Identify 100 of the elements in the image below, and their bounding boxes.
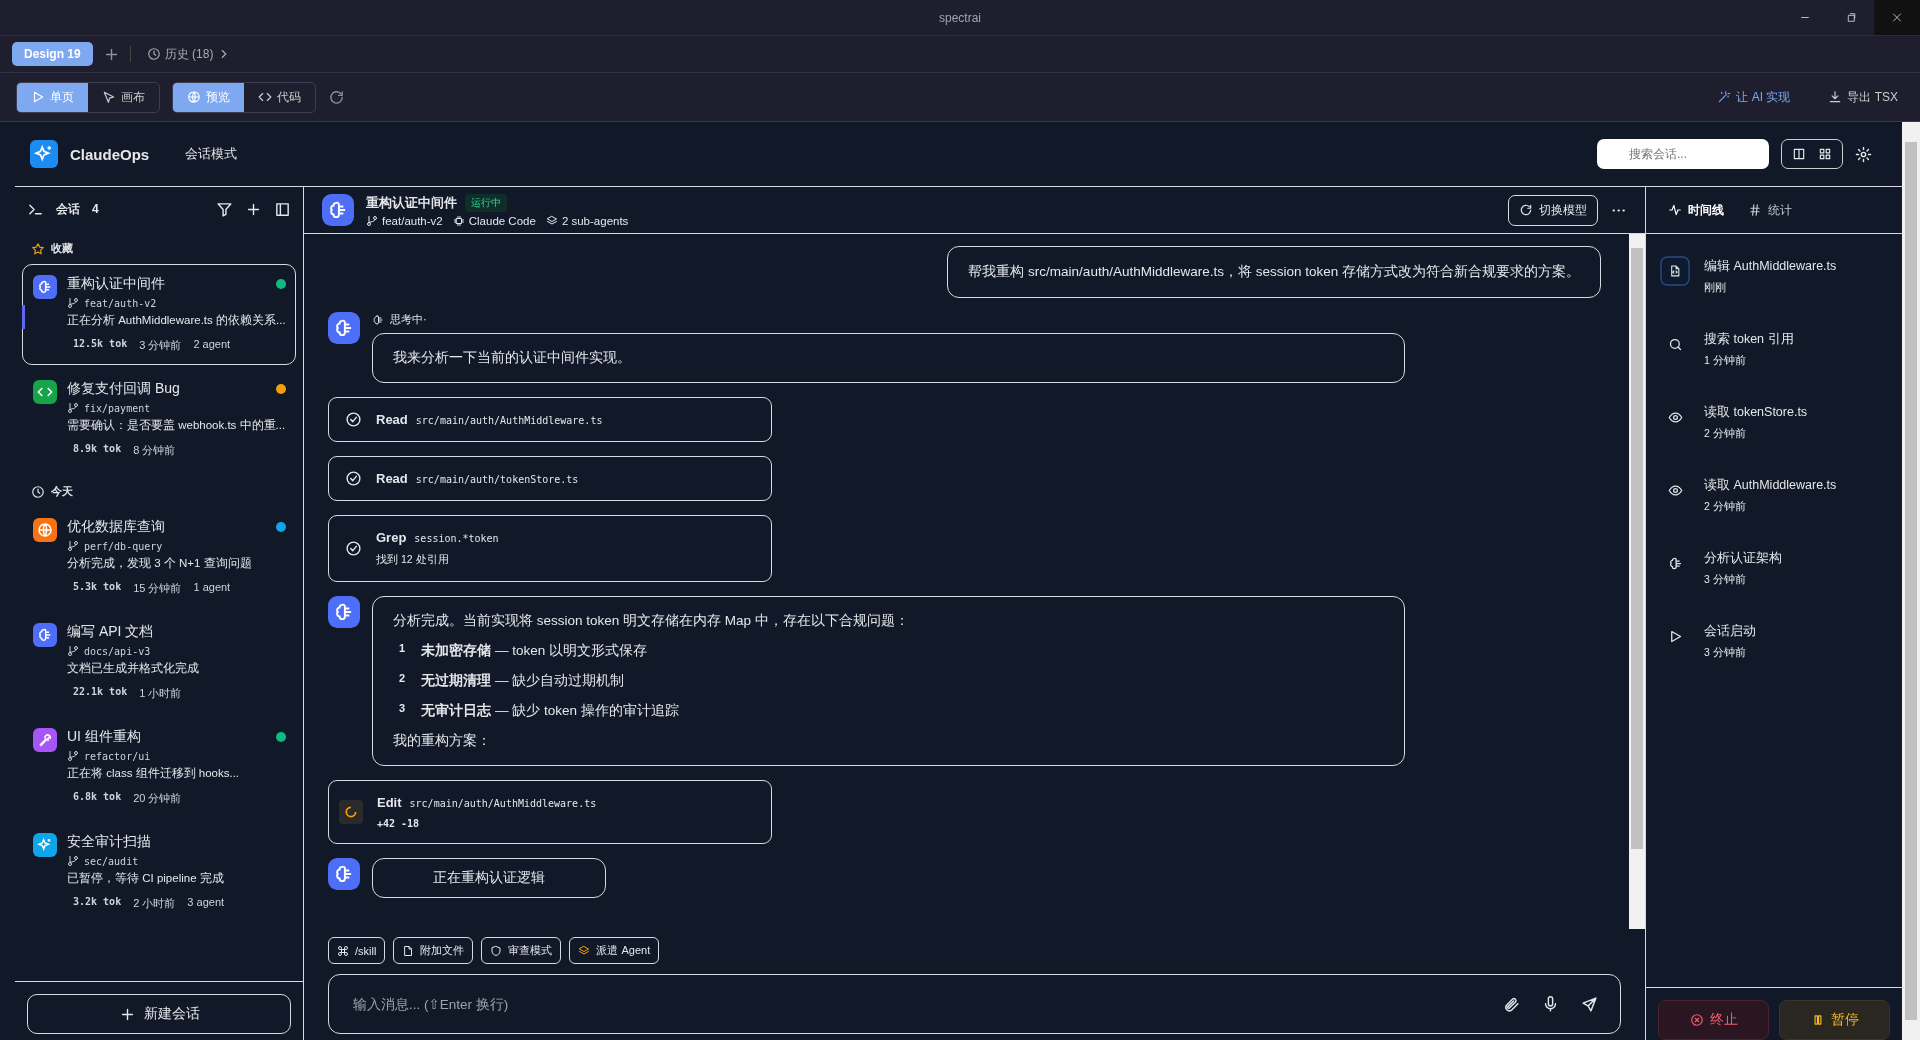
session-item[interactable]: 修复支付回调 Bug fix/payment 需要确认：是否要盖 webhook.ts 中的重... 8.9k tok 8 分钟前 bbox=[22, 369, 296, 470]
session-control-button[interactable]: 暂停 bbox=[1779, 1000, 1890, 1040]
branch-icon bbox=[67, 297, 79, 309]
session-item[interactable]: 编写 API 文档 docs/api-v3 文档已生成并格式化完成 22.1k tok 1 小时前 bbox=[22, 612, 296, 713]
shield-icon bbox=[490, 944, 503, 957]
timeline-event: 分析认证架构 bbox=[1704, 550, 1782, 567]
session-time: 15 分钟前 bbox=[133, 581, 182, 596]
timeline-time: 刚刚 bbox=[1704, 281, 1727, 295]
branch-name: fix/payment bbox=[84, 402, 151, 414]
window-title: spectrai bbox=[939, 10, 981, 25]
filter-icon[interactable] bbox=[216, 200, 233, 218]
quick-action-button[interactable]: 附加文件 bbox=[393, 937, 474, 964]
list-number: 1 bbox=[399, 642, 406, 656]
scrollbar[interactable] bbox=[1902, 122, 1920, 1040]
refresh-icon bbox=[1519, 203, 1533, 217]
sparkle-icon bbox=[33, 833, 57, 857]
history-button[interactable]: 历史 (18) bbox=[140, 44, 238, 64]
branch-name: sec/audit bbox=[84, 855, 139, 867]
agent-count: 2 agent bbox=[193, 338, 231, 352]
session-title: 重构认证中间件 bbox=[67, 275, 165, 293]
quick-action-button[interactable]: /skill bbox=[328, 937, 386, 964]
columns-icon[interactable] bbox=[1792, 147, 1806, 161]
branch-name: docs/api-v3 bbox=[84, 645, 151, 657]
session-time: 2 小时前 bbox=[133, 896, 176, 911]
timeline-time: 3 分钟前 bbox=[1704, 573, 1747, 587]
session-control-button[interactable]: 终止 bbox=[1658, 1000, 1769, 1040]
timeline-time: 1 分钟前 bbox=[1704, 354, 1747, 368]
new-session-button[interactable]: 新建会话 bbox=[27, 994, 291, 1034]
toolbar-action-button[interactable]: 让 AI 实现 bbox=[1711, 87, 1797, 107]
clock-icon bbox=[146, 47, 161, 61]
session-title: 优化数据库查询 bbox=[67, 518, 165, 536]
panel-tab[interactable]: 时间线 bbox=[1666, 197, 1726, 223]
branch-icon bbox=[67, 855, 79, 867]
list-number: 3 bbox=[399, 702, 406, 716]
session-item[interactable]: 优化数据库查询 perf/db-query 分析完成，发现 3 个 N+1 查询问题 5.3k tok 15 分钟前 1 agent bbox=[22, 507, 296, 608]
session-item[interactable]: 重构认证中间件 feat/auth-v2 正在分析 AuthMiddleware.ts 的依赖关系... 12.5k tok 3 分钟前 2 agent bbox=[22, 264, 296, 365]
assistant-message: 我来分析一下当前的认证中间件实现。 bbox=[372, 333, 1405, 383]
session-time: 8 分钟前 bbox=[133, 443, 176, 458]
user-message: 帮我重构 src/main/auth/AuthMiddleware.ts，将 session token 存储方式改为符合新合规要求的方案。 bbox=[947, 246, 1601, 298]
branch-name: perf/db-query bbox=[84, 540, 163, 552]
brain-icon bbox=[328, 312, 360, 344]
tool-name: Read bbox=[376, 412, 408, 427]
grid-icon[interactable] bbox=[1818, 147, 1832, 161]
session-preview: 已暂停，等待 CI pipeline 完成 bbox=[67, 871, 225, 886]
session-item[interactable]: 安全审计扫描 sec/audit 已暂停，等待 CI pipeline 完成 3.2k tok 2 小时前 3 agent bbox=[22, 822, 296, 923]
token-count: 22.1k tok bbox=[73, 686, 128, 699]
session-preview: 需要确认：是否要盖 webhook.ts 中的重... bbox=[67, 418, 286, 433]
tool-argument: session.*token bbox=[414, 533, 499, 544]
group-label: 今天 bbox=[51, 484, 73, 499]
pointer-icon bbox=[102, 90, 116, 104]
clock-icon bbox=[31, 484, 45, 499]
list-item-text: 无审计日志 — 缺少 token 操作的审计追踪 bbox=[421, 702, 679, 720]
token-count: 5.3k tok bbox=[73, 581, 122, 594]
timeline-event: 搜索 token 引用 bbox=[1704, 331, 1794, 348]
scrollbar[interactable] bbox=[1629, 234, 1645, 929]
branch-name: refactor/ui bbox=[84, 750, 151, 762]
session-preview: 分析完成，发现 3 个 N+1 查询问题 bbox=[67, 556, 253, 571]
microphone-icon[interactable] bbox=[1542, 995, 1559, 1013]
settings-icon[interactable] bbox=[1855, 145, 1872, 163]
tool-argument: src/main/auth/AuthMiddleware.ts bbox=[415, 415, 603, 426]
branch-icon bbox=[67, 750, 79, 762]
timeline-event: 会话启动 bbox=[1704, 623, 1756, 640]
search-field[interactable]: 搜索会话... bbox=[1597, 139, 1769, 169]
message-input[interactable]: 输入消息... (⇧Enter 换行) bbox=[351, 988, 1481, 1020]
mode-link[interactable]: 会话模式 bbox=[185, 145, 238, 163]
play-icon bbox=[31, 90, 45, 104]
list-item-text: 无过期清理 — 缺少自动过期机制 bbox=[421, 672, 625, 690]
file-icon bbox=[402, 944, 415, 957]
tool-name: Read bbox=[376, 471, 408, 486]
timeline-time: 3 分钟前 bbox=[1704, 646, 1747, 660]
toolbar-action-button[interactable]: 导出 TSX bbox=[1822, 87, 1904, 107]
token-count: 12.5k tok bbox=[73, 338, 128, 351]
session-item[interactable]: UI 组件重构 refactor/ui 正在将 class 组件迁移到 hooks... 6.8k tok 20 分钟前 bbox=[22, 717, 296, 818]
session-title: 编写 API 文档 bbox=[67, 623, 154, 641]
thinking-label: 思考中· bbox=[390, 312, 427, 327]
panel-tab[interactable]: 统计 bbox=[1746, 197, 1794, 223]
refresh-icon[interactable] bbox=[328, 88, 345, 106]
view-mode-button[interactable]: 画布 bbox=[88, 82, 159, 112]
composer-field[interactable]: 输入消息... (⇧Enter 换行) bbox=[328, 974, 1621, 1034]
group-label: 收藏 bbox=[51, 241, 73, 256]
agent-count: 1 agent bbox=[193, 581, 231, 595]
quick-action-button[interactable]: 审查模式 bbox=[481, 937, 562, 964]
pulse-icon bbox=[1668, 203, 1682, 217]
timeline-event: 读取 tokenStore.ts bbox=[1704, 404, 1808, 421]
chat-title: 重构认证中间件 bbox=[366, 193, 457, 212]
app-name: ClaudeOps bbox=[70, 145, 150, 163]
session-time: 3 分钟前 bbox=[139, 338, 182, 353]
message-text: 分析完成。当前实现将 session token 明文存储在内存 Map 中，存在以下合规问题： bbox=[393, 612, 910, 630]
paperclip-icon[interactable] bbox=[1503, 995, 1520, 1013]
list-item-text: 未加密存储 — token 以明文形式保存 bbox=[421, 642, 647, 660]
quick-action-button[interactable]: 派遣 Agent bbox=[569, 937, 660, 964]
send-icon[interactable] bbox=[1581, 995, 1598, 1013]
download-icon bbox=[1828, 90, 1843, 104]
sidebar-toggle-icon[interactable] bbox=[274, 200, 291, 218]
display-mode-button[interactable]: 代码 bbox=[244, 82, 315, 112]
assistant-message: 正在重构认证逻辑 bbox=[372, 858, 606, 898]
session-title: UI 组件重构 bbox=[67, 728, 141, 746]
switch-model-button[interactable]: 切换模型 bbox=[1508, 194, 1598, 226]
sessions-title: 会话 bbox=[56, 200, 80, 218]
branch-icon bbox=[67, 645, 79, 657]
